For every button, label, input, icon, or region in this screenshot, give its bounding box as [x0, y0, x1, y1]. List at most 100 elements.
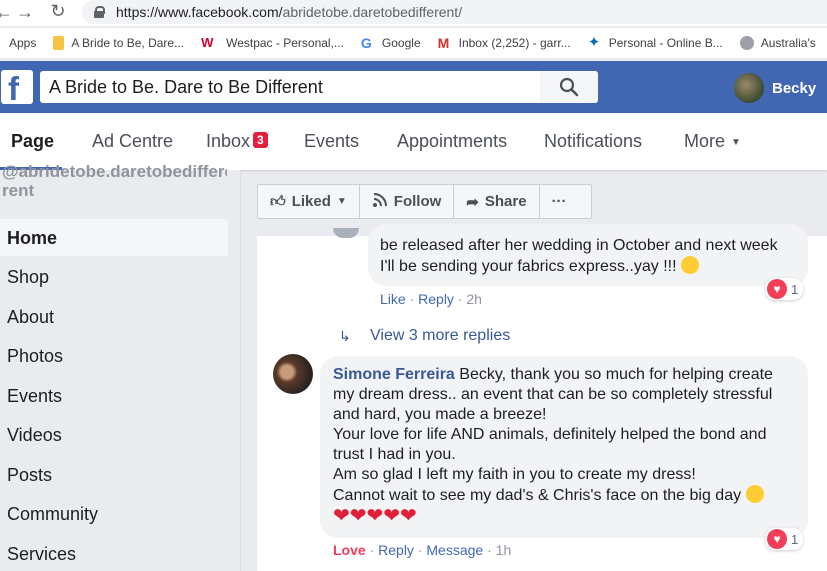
bookmark-label: Apps: [9, 36, 37, 50]
ellipsis-icon: ···: [551, 193, 567, 210]
sidebar-item-about[interactable]: About: [7, 307, 54, 328]
sidebar-item-home[interactable]: Home: [7, 228, 57, 249]
comment-text-line: Cannot wait to see my dad's & Chris's fa…: [333, 485, 795, 506]
logo-letter: f: [8, 70, 19, 107]
comment-text-line: trust I had in you.: [333, 446, 456, 463]
smiley-emoji-icon: [680, 256, 699, 274]
page-username-line2: rent: [2, 181, 35, 200]
tab-ad-centre[interactable]: Ad Centre: [92, 131, 173, 152]
bookmark-label: Westpac - Personal,...: [226, 36, 344, 50]
share-icon: ➦: [466, 193, 479, 211]
comment-text: Cannot wait to see my dad's & Chris's fa…: [333, 487, 742, 504]
url-path: abridetobe.daretobedifferent/: [282, 4, 463, 20]
browser-toolbar: ← → ↻ https://www.facebook.com/abridetob…: [0, 0, 827, 26]
page-username: @abridetobe.daretobedifferent rent: [2, 162, 227, 200]
liked-label: Liked: [291, 193, 331, 210]
liked-button[interactable]: 👍︎ Liked ▼: [258, 185, 360, 218]
tab-notifications[interactable]: Notifications: [544, 131, 642, 152]
bookmark-label: Inbox (2,252) - garr...: [458, 36, 571, 50]
more-options-button[interactable]: ···: [540, 185, 579, 218]
reply-arrow-icon: ↳: [339, 328, 351, 344]
page-username-line1: @abridetobe.daretobedifferent: [2, 162, 227, 181]
bookmark-google[interactable]: G Google: [361, 36, 421, 50]
bookmarks-bar: Apps A Bride to Be, Dare... W Westpac - …: [0, 28, 827, 58]
caret-down-icon: ▼: [731, 137, 741, 148]
bookmark-label: A Bride to Be, Dare...: [71, 36, 185, 50]
comment-actions: Love · Reply · Message · 1h: [333, 542, 512, 558]
bookmark-inbox[interactable]: M Inbox (2,252) - garr...: [438, 36, 571, 50]
tab-inbox[interactable]: Inbox 3: [206, 131, 268, 152]
forward-icon[interactable]: →: [15, 2, 35, 23]
reaction-count[interactable]: ♥ 1: [765, 528, 804, 550]
profile-link[interactable]: Becky: [734, 73, 816, 103]
avatar[interactable]: [273, 354, 313, 394]
page-action-bar: 👍︎ Liked ▼ Follow ➦ Share ···: [257, 184, 592, 219]
comment-bubble: Simone Ferreira Becky, thank you so much…: [320, 356, 808, 538]
sidebar-item-events[interactable]: Events: [7, 386, 62, 407]
like-link[interactable]: Like: [380, 291, 406, 307]
tab-more[interactable]: More ▼: [684, 131, 741, 152]
tab-page[interactable]: Page: [11, 131, 54, 152]
page-sidebar: @abridetobe.daretobedifferent rent Home …: [0, 162, 241, 571]
bookmark-bride[interactable]: A Bride to Be, Dare...: [53, 36, 184, 50]
comment-time: 1h: [495, 542, 512, 558]
tab-appointments[interactable]: Appointments: [397, 131, 507, 152]
sidebar-item-videos[interactable]: Videos: [7, 425, 62, 446]
rss-icon: [372, 192, 388, 212]
reload-icon[interactable]: ↻: [48, 1, 68, 22]
view-more-replies-link[interactable]: View 3 more replies: [370, 327, 510, 345]
search-bar[interactable]: A Bride to Be. Dare to Be Different: [40, 71, 598, 103]
address-bar[interactable]: https://www.facebook.com/abridetobe.dare…: [82, 0, 827, 24]
profile-name: Becky: [772, 79, 817, 97]
caret-down-icon: ▼: [336, 196, 347, 207]
globe-icon: [739, 36, 754, 50]
love-reaction-icon: ♥: [767, 279, 787, 299]
comment-text-line: I'll be sending your fabrics express..ya…: [380, 256, 796, 277]
comment-author[interactable]: Simone Ferreira: [333, 366, 455, 383]
bookmark-label: Personal - Online B...: [608, 36, 723, 50]
sidebar-item-posts[interactable]: Posts: [7, 465, 52, 486]
bookmark-personal[interactable]: ✦ Personal - Online B...: [588, 35, 723, 50]
love-reaction-icon: ♥: [767, 529, 787, 549]
follow-button[interactable]: Follow: [360, 185, 455, 218]
love-link[interactable]: Love: [333, 542, 366, 558]
search-input[interactable]: A Bride to Be. Dare to Be Different: [40, 77, 540, 98]
comment-text-line: my dream dress.. an event that can be so…: [333, 386, 773, 403]
comment-text-line: and hard, you made a breeze!: [333, 406, 547, 423]
bookmark-label: Australia's: [760, 36, 816, 50]
reaction-count-value: 1: [791, 281, 799, 297]
share-button[interactable]: ➦ Share: [454, 185, 540, 218]
lock-icon: [94, 6, 105, 18]
folder-icon: [53, 36, 65, 50]
comment-text-line: be released after her wedding in October…: [380, 237, 778, 254]
reply-link[interactable]: Reply: [378, 542, 414, 558]
bookmark-australia[interactable]: Australia's: [739, 36, 816, 50]
avatar: [734, 73, 764, 103]
sidebar-item-services[interactable]: Services: [7, 544, 76, 565]
gmail-icon: M: [437, 35, 450, 51]
reaction-count[interactable]: ♥ 1: [765, 278, 804, 300]
comment-text: I'll be sending your fabrics express..ya…: [380, 258, 677, 275]
avatar: [333, 228, 359, 238]
comment-time: 2h: [466, 291, 482, 307]
bookmark-westpac[interactable]: W Westpac - Personal,...: [201, 35, 344, 51]
comment-text-line: Simone Ferreira Becky, thank you so much…: [333, 365, 795, 385]
back-icon[interactable]: ←: [0, 2, 14, 23]
bookmark-apps[interactable]: Apps: [9, 36, 36, 50]
search-icon: [559, 77, 579, 97]
comment-actions: Like · Reply · 2h: [380, 291, 482, 307]
thumbs-up-icon: 👍︎: [270, 192, 286, 210]
heart-emojis: ❤❤❤❤❤: [333, 505, 417, 527]
message-link[interactable]: Message: [426, 542, 483, 558]
search-button[interactable]: [540, 71, 598, 103]
inbox-badge: 3: [253, 132, 268, 148]
sidebar-item-photos[interactable]: Photos: [7, 346, 63, 367]
sidebar-item-community[interactable]: Community: [7, 504, 98, 525]
reply-link[interactable]: Reply: [418, 291, 454, 307]
facebook-logo-icon[interactable]: f: [1, 70, 33, 107]
facebook-header: f A Bride to Be. Dare to Be Different Be…: [0, 61, 827, 113]
tab-events[interactable]: Events: [304, 131, 359, 152]
tab-inbox-label: Inbox: [206, 131, 251, 151]
sidebar-item-shop[interactable]: Shop: [7, 267, 49, 288]
westpac-icon: W: [201, 35, 214, 50]
